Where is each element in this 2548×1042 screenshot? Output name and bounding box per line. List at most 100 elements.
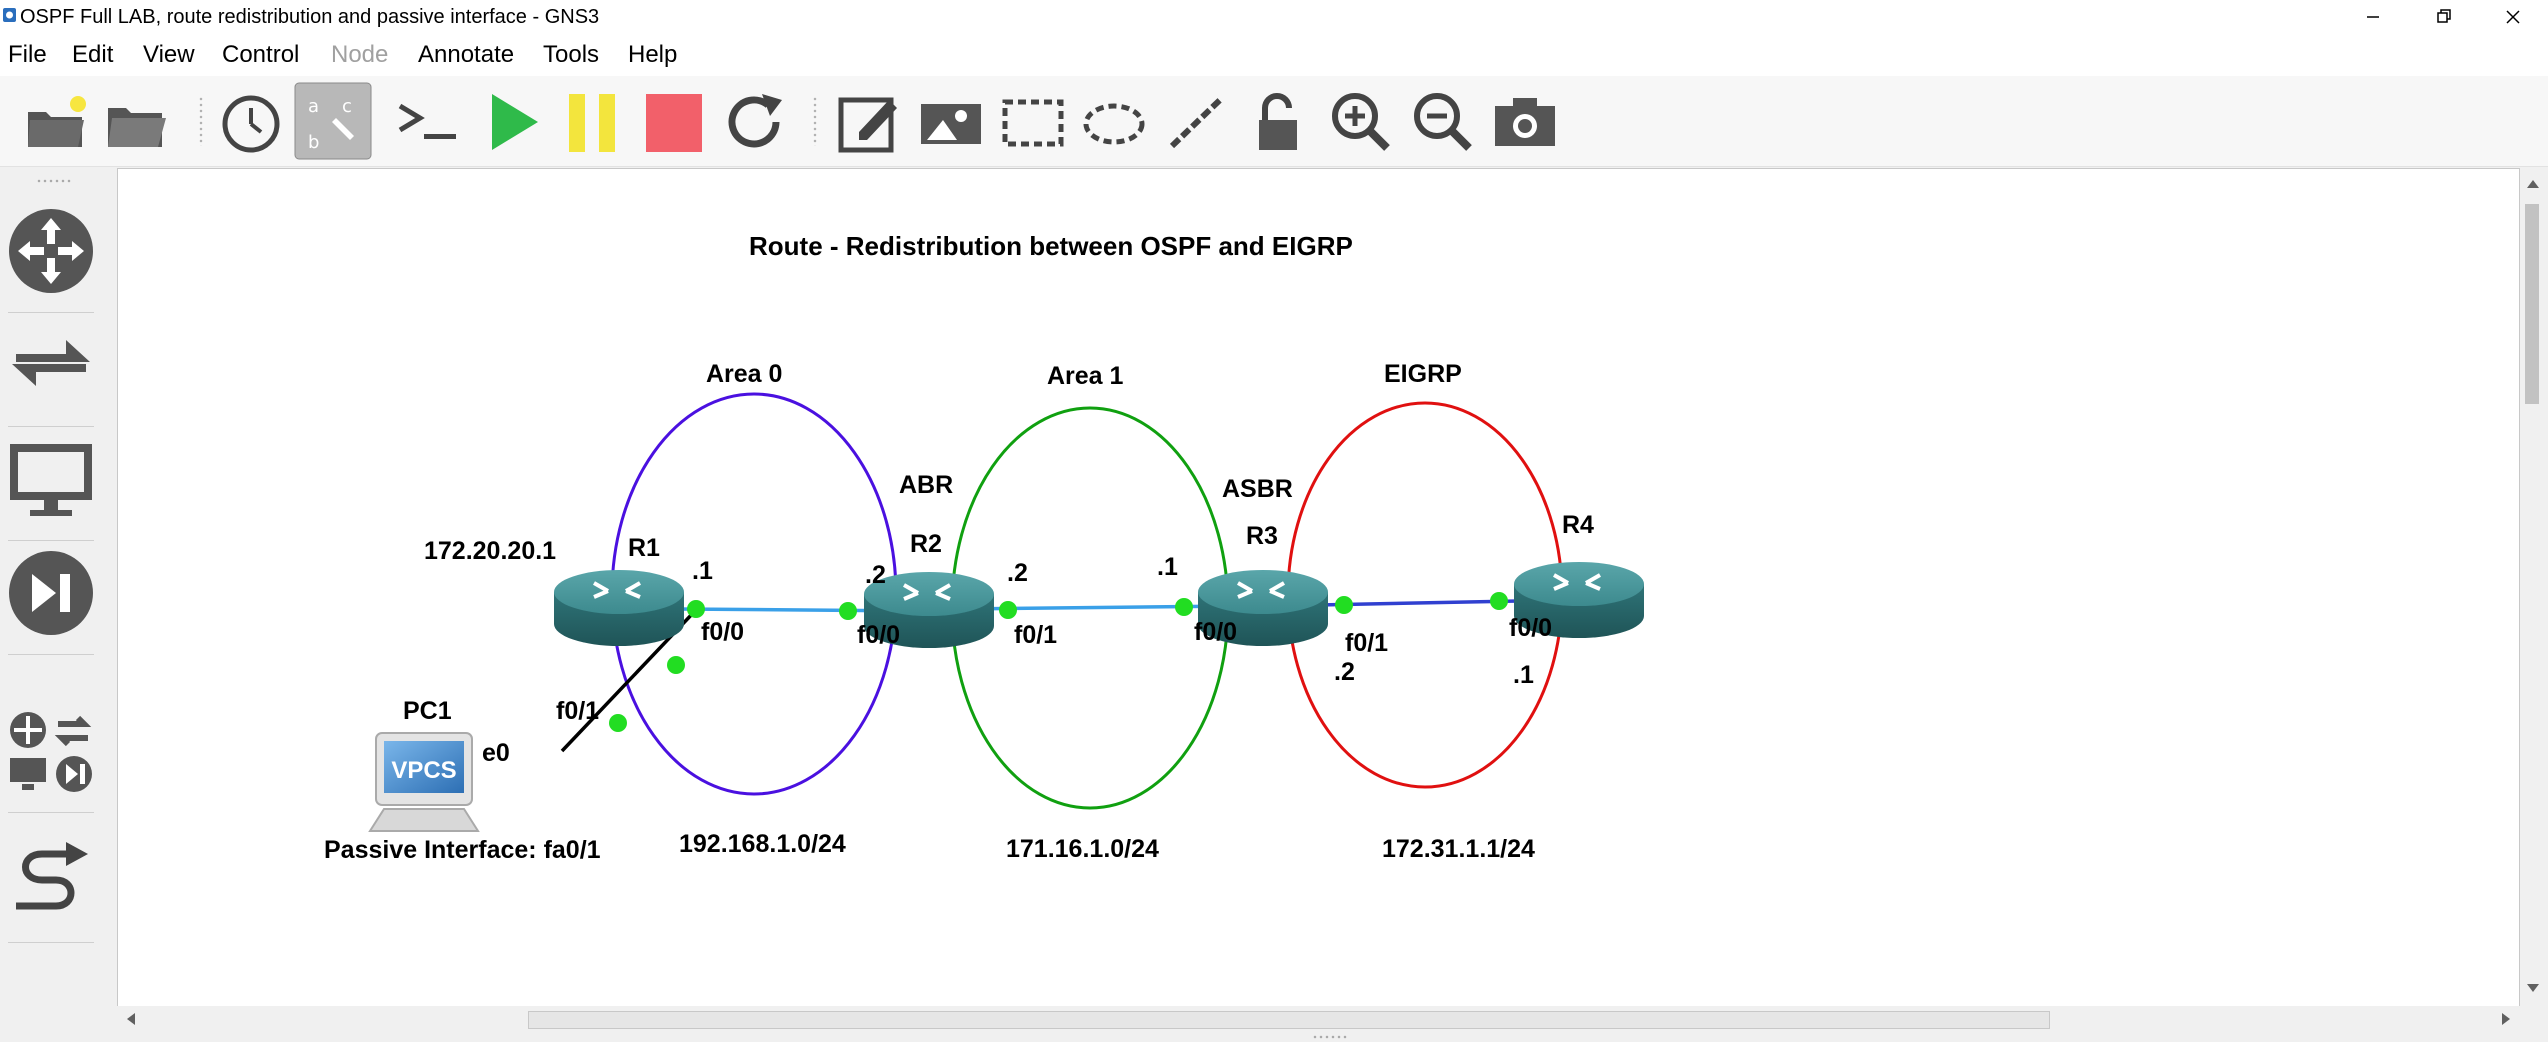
- sidebar-grip[interactable]: [36, 178, 72, 184]
- menu-help[interactable]: Help: [628, 40, 677, 70]
- scroll-up-icon[interactable]: [2527, 180, 2539, 188]
- area1-label[interactable]: Area 1: [1047, 362, 1124, 390]
- sidebar-divider: [8, 426, 94, 427]
- svg-text:c: c: [342, 96, 352, 117]
- toolbar-separator: [812, 96, 818, 146]
- port-dot: [1490, 592, 1508, 610]
- eigrp-label[interactable]: EIGRP: [1384, 360, 1462, 388]
- status-bar: [0, 1032, 2548, 1042]
- topology-drawing: VPCS Route - Redistribution between OSPF…: [324, 231, 1644, 864]
- zoom-in-icon[interactable]: [1325, 86, 1397, 158]
- insert-image-icon[interactable]: [915, 86, 987, 158]
- r3-port-f00-label[interactable]: f0/0: [1194, 618, 1237, 646]
- menu-annotate[interactable]: Annotate: [418, 40, 514, 70]
- router-r1[interactable]: [554, 570, 684, 646]
- sidebar-divider: [8, 812, 94, 813]
- r1-port-f01-label[interactable]: f0/1: [556, 697, 599, 725]
- browse-routers-icon[interactable]: [6, 206, 96, 296]
- pc1-label[interactable]: PC1: [403, 697, 452, 725]
- draw-ellipse-icon[interactable]: [1078, 86, 1150, 158]
- reload-all-icon[interactable]: [720, 86, 792, 158]
- port-dot: [609, 714, 627, 732]
- r2-host-label-right[interactable]: .2: [1007, 559, 1028, 587]
- console-all-icon[interactable]: [392, 86, 464, 158]
- r3-label[interactable]: R3: [1246, 522, 1278, 550]
- vpcs-screen-label: VPCS: [391, 757, 456, 784]
- browse-end-devices-icon[interactable]: [6, 434, 96, 524]
- pc1-port-e0-label[interactable]: e0: [482, 739, 510, 767]
- start-all-icon[interactable]: [476, 86, 548, 158]
- horizontal-scroll-thumb[interactable]: [528, 1011, 2050, 1029]
- network-eigrp-label[interactable]: 172.31.1.1/24: [1382, 835, 1535, 863]
- add-link-icon[interactable]: [6, 832, 96, 922]
- title-bar: OSPF Full LAB, route redistribution and …: [0, 0, 2548, 34]
- port-dot: [687, 600, 705, 618]
- stop-all-icon[interactable]: [638, 86, 710, 158]
- r4-label[interactable]: R4: [1562, 511, 1594, 539]
- r2-label[interactable]: R2: [910, 530, 942, 558]
- r3-host-label-right[interactable]: .2: [1334, 658, 1355, 686]
- horizontal-scrollbar[interactable]: [117, 1006, 2520, 1032]
- browse-switches-icon[interactable]: [6, 320, 96, 410]
- close-icon[interactable]: [2478, 0, 2548, 34]
- restore-icon[interactable]: [2408, 0, 2478, 34]
- device-sidebar: [0, 168, 114, 1042]
- port-dot: [839, 602, 857, 620]
- r1-address-label[interactable]: 172.20.20.1: [424, 537, 556, 565]
- vertical-scroll-thumb[interactable]: [2525, 204, 2539, 404]
- new-project-icon[interactable]: [20, 86, 92, 158]
- sidebar-divider: [8, 540, 94, 541]
- port-dot: [1175, 598, 1193, 616]
- window-title: OSPF Full LAB, route redistribution and …: [20, 6, 600, 28]
- r4-port-f00-label[interactable]: f0/0: [1509, 614, 1552, 642]
- r2-port-f00-label[interactable]: f0/0: [857, 621, 900, 649]
- scroll-right-icon[interactable]: [2502, 1013, 2510, 1025]
- open-project-icon[interactable]: [100, 86, 172, 158]
- browse-all-devices-icon[interactable]: [6, 708, 96, 798]
- sidebar-divider: [8, 942, 94, 943]
- menu-bar: File Edit View Control Node Annotate Too…: [0, 34, 2548, 76]
- r2-host-label[interactable]: .2: [865, 561, 886, 589]
- r1-host-label[interactable]: .1: [692, 557, 713, 585]
- menu-control[interactable]: Control: [222, 40, 299, 70]
- menu-view[interactable]: View: [143, 40, 195, 70]
- vertical-scrollbar[interactable]: [2520, 168, 2546, 1008]
- r1-port-f00-label[interactable]: f0/0: [701, 618, 744, 646]
- snapshot-clock-icon[interactable]: [215, 86, 287, 158]
- menu-file[interactable]: File: [8, 40, 47, 70]
- zoom-out-icon[interactable]: [1407, 86, 1479, 158]
- dock-grip[interactable]: [1312, 1034, 1348, 1040]
- r3-host-label[interactable]: .1: [1157, 553, 1178, 581]
- r2-port-f01-label[interactable]: f0/1: [1014, 621, 1057, 649]
- screenshot-icon[interactable]: [1489, 86, 1561, 158]
- browse-security-devices-icon[interactable]: [6, 548, 96, 638]
- asbr-label[interactable]: ASBR: [1222, 475, 1293, 503]
- area0-label[interactable]: Area 0: [706, 360, 782, 388]
- pc1-vpcs[interactable]: VPCS: [368, 732, 480, 832]
- menu-node[interactable]: Node: [331, 40, 388, 70]
- gns3-app-icon: [3, 8, 16, 22]
- menu-edit[interactable]: Edit: [72, 40, 113, 70]
- scroll-down-icon[interactable]: [2527, 984, 2539, 992]
- lock-items-icon[interactable]: [1243, 86, 1315, 158]
- r4-host-label[interactable]: .1: [1513, 661, 1534, 689]
- draw-rectangle-icon[interactable]: [997, 86, 1069, 158]
- passive-interface-note[interactable]: Passive Interface: fa0/1: [324, 836, 601, 864]
- minimize-icon[interactable]: [2338, 0, 2408, 34]
- port-dot: [1335, 596, 1353, 614]
- show-labels-icon[interactable]: a c b: [294, 82, 372, 160]
- topology-title[interactable]: Route - Redistribution between OSPF and …: [749, 231, 1353, 261]
- svg-text:a: a: [308, 96, 319, 117]
- scroll-left-icon[interactable]: [127, 1013, 135, 1025]
- r3-port-f01-label[interactable]: f0/1: [1345, 629, 1388, 657]
- network-area0-label[interactable]: 192.168.1.0/24: [679, 830, 846, 858]
- network-area1-label[interactable]: 171.16.1.0/24: [1006, 835, 1159, 863]
- abr-label[interactable]: ABR: [899, 471, 953, 499]
- topology-canvas[interactable]: VPCS Route - Redistribution between OSPF…: [117, 168, 2520, 1008]
- port-dot: [999, 601, 1017, 619]
- draw-line-icon[interactable]: [1160, 86, 1232, 158]
- add-note-icon[interactable]: [833, 86, 905, 158]
- suspend-all-icon[interactable]: [557, 86, 629, 158]
- menu-tools[interactable]: Tools: [543, 40, 599, 70]
- r1-label[interactable]: R1: [628, 534, 660, 562]
